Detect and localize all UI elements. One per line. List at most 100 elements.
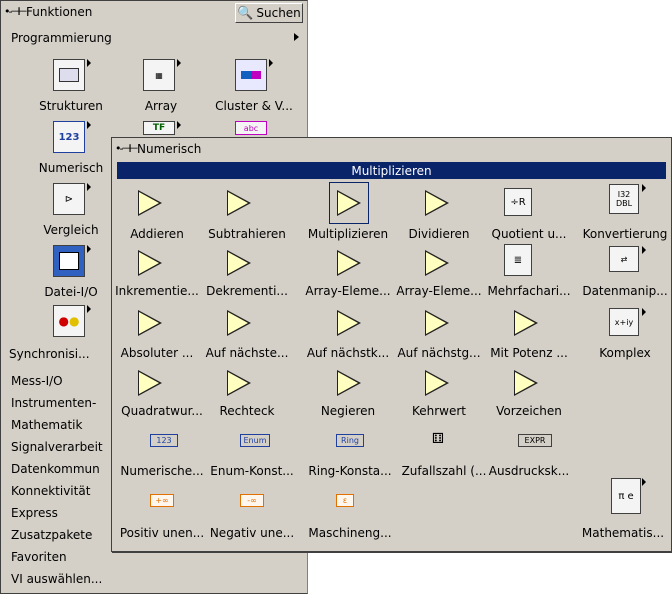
selected-item-header: Multiplizieren [117,162,666,179]
item-label: Negieren [320,404,376,418]
submenu-flag-icon [177,121,181,129]
breadcrumb[interactable]: Programmierung [11,31,112,45]
machine-epsilon-icon[interactable]: ε [336,494,354,507]
ring-constant-icon[interactable]: Ring [336,434,364,447]
add-array-elements-icon[interactable] [337,250,361,276]
numeric-icon[interactable]: 123 [53,121,85,153]
triangle-fill [338,372,358,394]
item-label: Subtrahieren [208,227,286,241]
triangle-fill [426,312,446,334]
triangle-fill [426,372,446,394]
increment-icon[interactable] [138,250,162,276]
item-label: Auf nächste... [205,346,289,360]
list-item[interactable]: VI auswählen... [11,572,102,586]
string-icon[interactable]: abc [235,121,267,135]
submenu-flag-icon [642,184,646,192]
list-item[interactable]: Favoriten [11,550,67,564]
square-icon[interactable] [227,370,251,396]
absolute-value-icon[interactable] [138,310,162,336]
item-label: Enum-Konst... [210,464,294,478]
numeric-palette: •-⊣⊢ Numerisch Multiplizieren ÷R I32 DBL… [111,137,672,552]
array-label: Array [144,99,178,113]
list-item[interactable]: Signalverarbeit [11,440,103,454]
multiply-array-elements-icon[interactable] [425,250,449,276]
quotient-remainder-icon[interactable]: ÷R [504,188,532,216]
enum-constant-icon[interactable]: Enum [240,434,270,447]
reciprocal-icon[interactable] [425,370,449,396]
boolean-icon[interactable]: TF [143,121,175,135]
item-label: Inkrementie... [115,284,199,298]
i32-glyph: I32 [617,190,631,199]
cluster-icon[interactable] [235,59,267,91]
item-label: Numerische... [120,464,204,478]
item-label: Komplex [599,346,651,360]
array-icon[interactable]: ▦ [143,59,175,91]
functions-title: Funktionen [26,5,93,19]
file-io-icon[interactable] [53,245,85,277]
list-item[interactable]: Express [11,506,58,520]
triangle-fill [515,372,535,394]
list-item[interactable]: Datenkommun [11,462,100,476]
round-pos-infinity-icon[interactable] [425,310,449,336]
triangle-fill [139,372,159,394]
pin-icon[interactable]: •-⊣⊢ [4,5,28,19]
search-button[interactable]: 🔍 Suchen [235,3,303,23]
data-manipulation-icon[interactable]: ⇄ [609,246,639,272]
numeric-constant-icon[interactable]: 123 [150,434,178,447]
round-neg-infinity-icon[interactable] [337,310,361,336]
math-constants-icon[interactable]: π e [611,478,641,514]
round-nearest-icon[interactable] [227,310,251,336]
item-label: Mehrfachari... [487,284,571,298]
triangle-fill [426,192,446,214]
search-icon: 🔍 [237,5,254,21]
add-icon[interactable] [138,190,162,216]
comparison-icon[interactable]: ⊳ [53,183,85,215]
conversion-icon[interactable]: I32 DBL [609,184,639,214]
submenu-flag-icon [269,59,273,67]
negate-icon[interactable] [337,370,361,396]
triangle-fill [338,312,358,334]
item-label: Mathematis... [581,526,665,540]
item-label: Auf nächstk... [306,346,390,360]
compound-arithmetic-icon[interactable]: ≣ [504,244,532,276]
list-item[interactable]: Mess-I/O [11,374,63,388]
triangle-fill [338,192,358,214]
dice-icon[interactable]: ⚅ [428,428,448,450]
item-label: Negativ une... [209,526,295,540]
structures-icon[interactable] [53,59,85,91]
triangle-fill [228,372,248,394]
item-label: Zufallszahl (... [401,464,487,478]
search-label: Suchen [256,6,301,20]
breadcrumb-arrow-icon [294,33,299,41]
square-root-icon[interactable] [138,370,162,396]
submenu-flag-icon [642,478,646,486]
triangle-fill [426,252,446,274]
item-label: Datenmanip... [582,284,668,298]
divide-icon[interactable] [425,190,449,216]
list-item[interactable]: Instrumenten- [11,396,96,410]
pos-infinity-icon[interactable]: +∞ [150,494,174,507]
list-item[interactable]: Mathematik [11,418,82,432]
decrement-icon[interactable] [227,250,251,276]
list-item[interactable]: Zusatzpakete [11,528,92,542]
list-item[interactable]: Konnektivität [11,484,90,498]
item-label: Kehrwert [411,404,467,418]
multiply-icon[interactable] [337,190,361,216]
numeric-label: Numerisch [38,161,104,175]
item-label: Absoluter ... [120,346,194,360]
complex-icon[interactable]: x+iy [609,308,639,336]
sync-icon[interactable]: ● ● [53,305,85,337]
file-io-label: Datei-I/O [44,285,98,299]
triangle-fill [515,312,535,334]
item-label: Quotient u... [491,227,567,241]
neg-infinity-icon[interactable]: -∞ [240,494,264,507]
subtract-icon[interactable] [227,190,251,216]
item-label: Ring-Konsta... [308,464,392,478]
sign-icon[interactable] [514,370,538,396]
scale-power-icon[interactable] [514,310,538,336]
submenu-flag-icon [177,59,181,67]
item-label: Positiv unen... [119,526,205,540]
pin-icon[interactable]: •-⊣⊢ [115,142,139,156]
expression-node-icon[interactable]: EXPR [518,434,552,447]
item-label: Rechteck [219,404,275,418]
